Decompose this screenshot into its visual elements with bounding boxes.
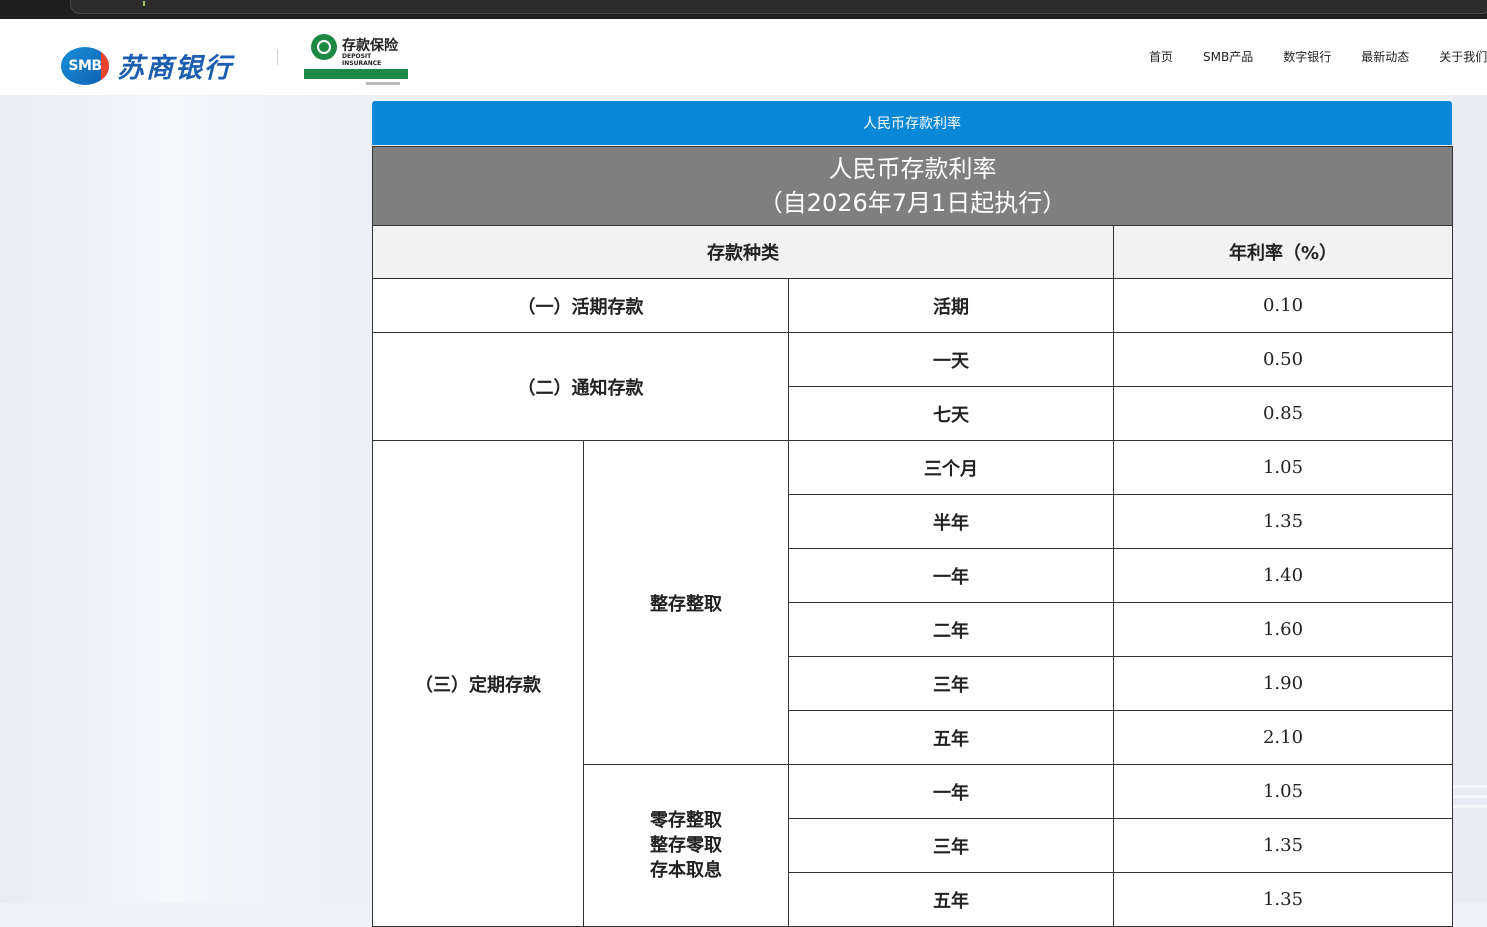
- browser-address-bar[interactable]: [70, 0, 1487, 14]
- table-row: （一）活期存款 活期 0.10: [372, 278, 1453, 333]
- table-row: （二）通知存款 一天 0.50: [372, 332, 1453, 441]
- bank-name: 苏商银行: [117, 53, 233, 84]
- column-header-deposit-type: 存款种类: [372, 225, 1114, 279]
- rate-cell: 1.40: [1113, 548, 1453, 603]
- text-cursor: [143, 1, 145, 6]
- term-cell: 半年: [788, 494, 1114, 549]
- browser-top-bar: [0, 0, 1487, 19]
- rate-cell: 1.05: [1113, 764, 1453, 819]
- subcategory-installment: 零存整取 整存零取 存本取息: [583, 764, 789, 927]
- background-stripe: [1452, 785, 1487, 788]
- rate-cell: 1.35: [1113, 872, 1453, 927]
- smb-logo-icon: SMB: [61, 46, 109, 85]
- category-notice-deposit: （二）通知存款: [372, 332, 789, 441]
- nav-item-news[interactable]: 最新动态: [1361, 48, 1409, 65]
- rate-cell: 1.35: [1113, 494, 1453, 549]
- rate-cell: 1.90: [1113, 656, 1453, 711]
- deposit-insurance-fineprint: [366, 82, 400, 85]
- table-row: （三）定期存款 整存整取 三个月 1.05: [372, 440, 1453, 927]
- category-fixed-deposit: （三）定期存款: [372, 440, 584, 927]
- term-cell: 三年: [788, 656, 1114, 711]
- main-content: 人民币存款利率 人民币存款利率 （自2026年7月1日起执行） 存款种类 年利率…: [372, 101, 1453, 927]
- nav-item-digital-bank[interactable]: 数字银行: [1283, 48, 1331, 65]
- column-header-annual-rate: 年利率（%）: [1113, 225, 1453, 279]
- term-cell: 五年: [788, 872, 1114, 927]
- page-background-right: [1452, 95, 1487, 903]
- background-stripe: [1452, 805, 1487, 808]
- rate-cell: 1.05: [1113, 440, 1453, 495]
- page-background-left: [0, 95, 372, 903]
- term-cell: 三年: [788, 818, 1114, 873]
- page-title-bar: 人民币存款利率: [372, 101, 1452, 145]
- page-title: 人民币存款利率: [863, 116, 961, 132]
- table-caption-effective-date: （自2026年7月1日起执行）: [758, 189, 1067, 217]
- header-divider: [277, 49, 278, 65]
- deposit-rate-table: 人民币存款利率 （自2026年7月1日起执行） 存款种类 年利率（%） （一）活…: [372, 146, 1453, 927]
- deposit-insurance-subtitle: DEPOSIT INSURANCE: [342, 53, 382, 67]
- term-cell: 七天: [788, 386, 1114, 441]
- rate-cell: 2.10: [1113, 710, 1453, 765]
- rate-cell: 0.10: [1113, 278, 1453, 333]
- nav-item-about[interactable]: 关于我们: [1439, 48, 1487, 65]
- nav-item-home[interactable]: 首页: [1149, 48, 1173, 65]
- logo-badge-text: SMB: [68, 57, 102, 74]
- deposit-insurance-title: 存款保险: [342, 38, 398, 54]
- subcategory-label-line: 存本取息: [650, 860, 722, 881]
- background-stripe: [1452, 795, 1487, 798]
- main-nav: 首页 SMB产品 数字银行 最新动态 关于我们: [1149, 48, 1487, 65]
- subcategory-label-line: 整存零取: [650, 835, 722, 856]
- subcategory-lump-sum: 整存整取: [583, 440, 789, 765]
- term-cell: 一年: [788, 548, 1114, 603]
- deposit-insurance-band: [304, 69, 408, 79]
- table-caption: 人民币存款利率 （自2026年7月1日起执行）: [372, 146, 1453, 226]
- term-cell: 三个月: [788, 440, 1114, 495]
- term-cell: 活期: [788, 278, 1114, 333]
- rate-cell: 1.60: [1113, 602, 1453, 657]
- rate-cell: 1.35: [1113, 818, 1453, 873]
- site-header: SMB 苏商银行 存款保险 DEPOSIT INSURANCE 首页 SMB产品…: [0, 19, 1487, 95]
- term-cell: 五年: [788, 710, 1114, 765]
- deposit-insurance-logo: 存款保险 DEPOSIT INSURANCE: [304, 34, 408, 104]
- rate-cell: 0.85: [1113, 386, 1453, 441]
- deposit-insurance-emblem-icon: [311, 34, 337, 60]
- table-caption-title: 人民币存款利率: [828, 155, 997, 183]
- term-cell: 二年: [788, 602, 1114, 657]
- category-demand-deposit: （一）活期存款: [372, 278, 789, 333]
- term-cell: 一年: [788, 764, 1114, 819]
- bank-logo[interactable]: SMB 苏商银行: [61, 46, 233, 85]
- term-cell: 一天: [788, 332, 1114, 387]
- nav-item-products[interactable]: SMB产品: [1203, 48, 1253, 65]
- subcategory-label-line: 零存整取: [650, 810, 722, 831]
- rate-cell: 0.50: [1113, 332, 1453, 387]
